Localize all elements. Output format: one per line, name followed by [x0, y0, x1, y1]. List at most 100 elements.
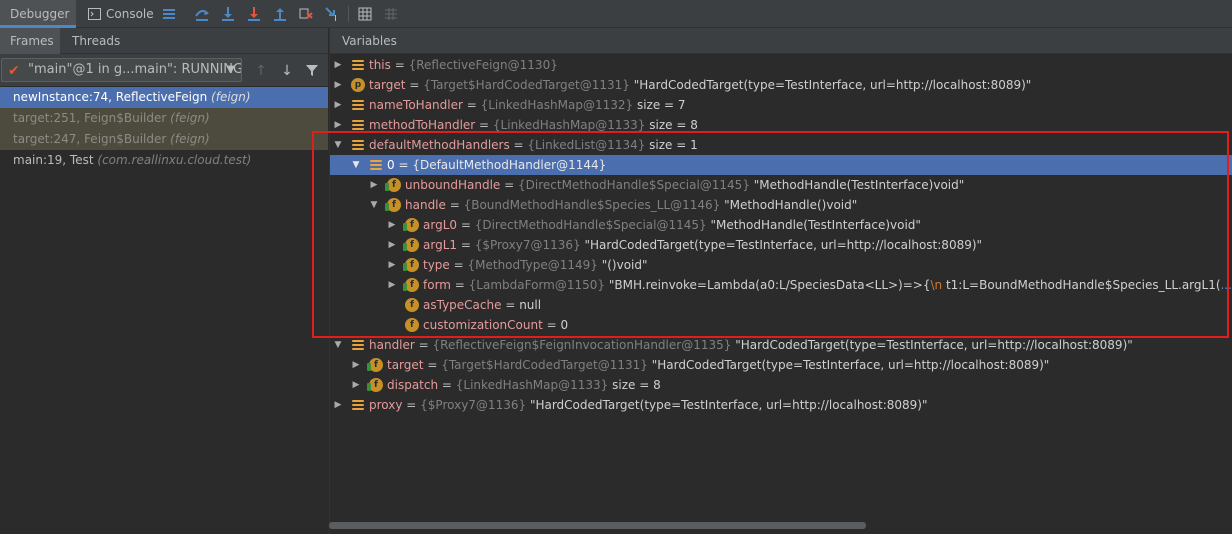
collapse-arrow-icon[interactable]: ▼: [332, 335, 344, 355]
console-icon: [88, 8, 101, 20]
variable-row[interactable]: ▶ f argL0 = {DirectMethodHandle$Special@…: [330, 215, 1232, 235]
variable-ref: {BoundMethodHandle$Species_LL@1146}: [463, 198, 721, 212]
variable-row[interactable]: f customizationCount = 0: [330, 315, 1232, 335]
force-step-into-icon[interactable]: [245, 5, 263, 23]
field-icon: f: [403, 218, 419, 232]
frame-package: (feign): [170, 111, 210, 125]
variable-row[interactable]: ▼ handler = {ReflectiveFeign$FeignInvoca…: [330, 335, 1232, 355]
frame-item[interactable]: newInstance:74, ReflectiveFeign (feign): [0, 87, 328, 108]
thread-selector[interactable]: ✔ "main"@1 in g...main": RUNNING ▼: [1, 58, 242, 82]
expand-arrow-icon[interactable]: ▶: [350, 355, 362, 375]
variable-ref: {MethodType@1149}: [467, 258, 598, 272]
rerun-icon[interactable]: [160, 5, 178, 23]
tab-threads[interactable]: Threads: [72, 28, 120, 54]
expand-arrow-icon[interactable]: ▶: [350, 375, 362, 395]
variable-row[interactable]: ▶ p target = {Target$HardCodedTarget@113…: [330, 75, 1232, 95]
variable-value: null: [519, 298, 542, 312]
expand-arrow-icon[interactable]: ▶: [386, 275, 398, 295]
variable-value: "HardCodedTarget(type=TestInterface, url…: [651, 358, 1050, 372]
tab-console-label: Console: [106, 7, 154, 21]
collapse-arrow-icon[interactable]: ▼: [350, 155, 362, 175]
variable-value: size = 1: [645, 138, 698, 152]
run-to-cursor-icon[interactable]: [323, 5, 341, 23]
collapse-arrow-icon[interactable]: ▼: [368, 195, 380, 215]
frame-method: target:251, Feign$Builder: [13, 111, 167, 125]
variable-ref: {LinkedList@1134}: [527, 138, 646, 152]
checkmark-icon: ✔: [8, 63, 20, 79]
tab-frames[interactable]: Frames: [0, 28, 60, 54]
drop-frame-icon[interactable]: [297, 5, 315, 23]
collapse-arrow-icon[interactable]: ▼: [332, 135, 344, 155]
variable-name: handler: [369, 338, 415, 352]
expand-arrow-icon[interactable]: ▶: [386, 215, 398, 235]
variable-name: defaultMethodHandlers: [369, 138, 510, 152]
variable-value: "BMH.reinvoke=Lambda(a0:L/SpeciesData<LL…: [608, 278, 931, 292]
tab-threads-label: Threads: [72, 34, 121, 48]
variable-ref: {LinkedHashMap@1132}: [480, 98, 634, 112]
variable-name: methodToHandler: [369, 118, 476, 132]
variable-ref: {DirectMethodHandle$Special@1145}: [474, 218, 707, 232]
chevron-down-icon: ▼: [227, 64, 235, 75]
variable-value: "MethodHandle()void": [724, 198, 858, 212]
evaluate-icon[interactable]: [356, 5, 374, 23]
debug-toolbar: Debugger Console: [0, 0, 1232, 28]
expand-arrow-icon[interactable]: ▶: [332, 115, 344, 135]
variable-row[interactable]: ▼ f handle = {BoundMethodHandle$Species_…: [330, 195, 1232, 215]
newline-escape: \n: [930, 278, 943, 292]
frame-item[interactable]: target:247, Feign$Builder (feign): [0, 129, 328, 150]
variable-row[interactable]: ▶ f target = {Target$HardCodedTarget@113…: [330, 355, 1232, 375]
arrow-down-icon[interactable]: ↓: [279, 63, 295, 79]
variable-row[interactable]: ▶ proxy = {$Proxy7@1136} "HardCodedTarge…: [330, 395, 1232, 415]
variable-row[interactable]: ▶ methodToHandler = {LinkedHashMap@1133}…: [330, 115, 1232, 135]
variable-row[interactable]: ▼ 0 = {DefaultMethodHandler@1144}: [330, 155, 1232, 175]
field-icon: f: [385, 178, 401, 192]
variable-name: nameToHandler: [369, 98, 463, 112]
tab-console[interactable]: Console: [84, 0, 154, 28]
variable-value: "HardCodedTarget(type=TestInterface, url…: [584, 238, 983, 252]
variable-name: argL1: [423, 238, 458, 252]
object-icon: [351, 58, 365, 72]
variable-row[interactable]: ▶ f dispatch = {LinkedHashMap@1133} size…: [330, 375, 1232, 395]
expand-arrow-icon[interactable]: ▶: [386, 235, 398, 255]
variable-value-cont: t1:L=BoundMethodHandle$Species_LL.argL1(: [942, 278, 1221, 292]
object-icon: [351, 138, 365, 152]
variable-row[interactable]: ▶ this = {ReflectiveFeign@1130}: [330, 55, 1232, 75]
variable-name: dispatch: [387, 378, 439, 392]
variable-value: "MethodHandle(TestInterface)void": [710, 218, 921, 232]
variable-ref: {$Proxy7@1136}: [420, 398, 527, 412]
step-over-icon[interactable]: [193, 5, 211, 23]
variable-row[interactable]: ▶ f argL1 = {$Proxy7@1136} "HardCodedTar…: [330, 235, 1232, 255]
horizontal-scrollbar[interactable]: [329, 522, 866, 529]
arrow-up-icon[interactable]: ↑: [253, 63, 269, 79]
expand-arrow-icon[interactable]: ▶: [368, 175, 380, 195]
filter-icon[interactable]: [304, 63, 320, 79]
object-icon: [351, 118, 365, 132]
field-icon: f: [367, 358, 383, 372]
table-icon[interactable]: [382, 5, 400, 23]
frame-item[interactable]: target:251, Feign$Builder (feign): [0, 108, 328, 129]
step-into-icon[interactable]: [219, 5, 237, 23]
expand-arrow-icon[interactable]: ▶: [332, 75, 344, 95]
parameter-icon: p: [351, 78, 365, 92]
view-link[interactable]: ... View: [1221, 278, 1232, 292]
variable-name: asTypeCache: [423, 298, 502, 312]
variable-row[interactable]: ▶ f unboundHandle = {DirectMethodHandle$…: [330, 175, 1232, 195]
step-out-icon[interactable]: [271, 5, 289, 23]
frame-item[interactable]: main:19, Test (com.reallinxu.cloud.test): [0, 150, 328, 171]
expand-arrow-icon[interactable]: ▶: [386, 255, 398, 275]
variable-row[interactable]: f asTypeCache = null: [330, 295, 1232, 315]
thread-row: ✔ "main"@1 in g...main": RUNNING ▼ ↑ ↓: [0, 54, 328, 86]
expand-arrow-icon[interactable]: ▶: [332, 95, 344, 115]
variable-row[interactable]: ▶ f form = {LambdaForm@1150} "BMH.reinvo…: [330, 275, 1232, 295]
tab-debugger[interactable]: Debugger: [0, 0, 76, 28]
field-icon: f: [385, 198, 401, 212]
variable-ref: {ReflectiveFeign$FeignInvocationHandler@…: [432, 338, 732, 352]
expand-arrow-icon[interactable]: ▶: [332, 55, 344, 75]
variable-row[interactable]: ▶ nameToHandler = {LinkedHashMap@1132} s…: [330, 95, 1232, 115]
variable-row[interactable]: ▼ defaultMethodHandlers = {LinkedList@11…: [330, 135, 1232, 155]
variable-value: "()void": [601, 258, 648, 272]
variables-header: Variables: [330, 28, 1232, 54]
variable-name: customizationCount: [423, 318, 543, 332]
variable-row[interactable]: ▶ f type = {MethodType@1149} "()void": [330, 255, 1232, 275]
expand-arrow-icon[interactable]: ▶: [332, 395, 344, 415]
